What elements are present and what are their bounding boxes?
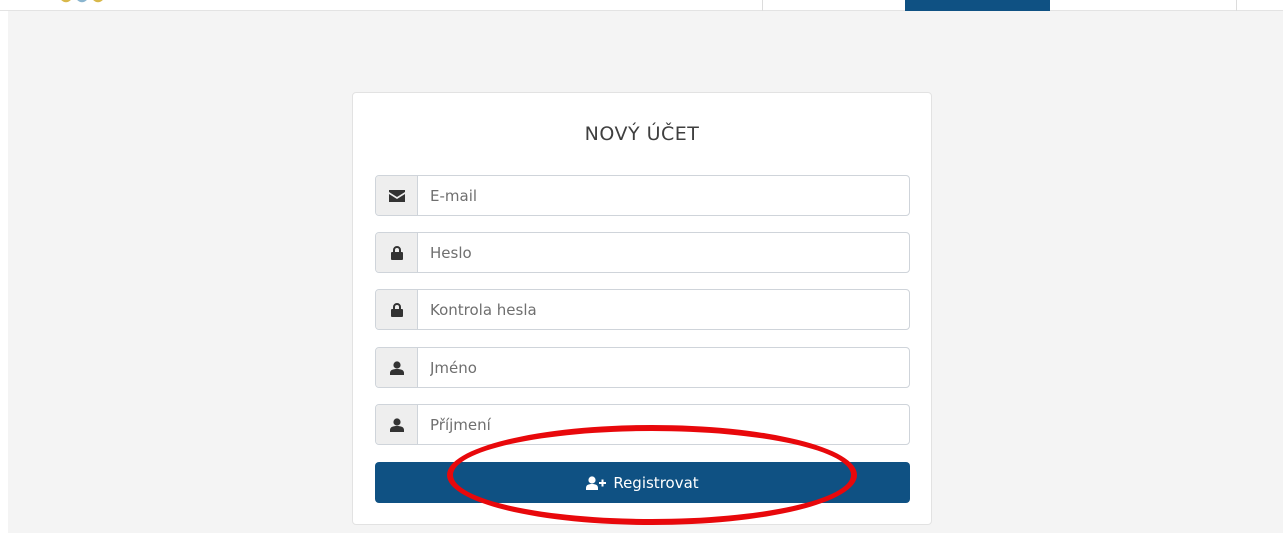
last-name-input-group — [375, 404, 910, 445]
email-input-group — [375, 175, 910, 216]
password-confirm-input[interactable] — [418, 290, 909, 329]
register-button-label: Registrovat — [613, 473, 699, 492]
last-name-addon — [376, 405, 418, 444]
registration-card: NOVÝ ÚČET E-mail Jméno Příjmení Registro… — [352, 92, 932, 525]
top-navbar — [0, 0, 1283, 11]
user-icon — [389, 417, 404, 432]
user-plus-icon — [586, 475, 607, 490]
first-name-input[interactable] — [418, 348, 909, 387]
last-name-input[interactable] — [418, 405, 909, 444]
email-input[interactable] — [418, 176, 909, 215]
logo-icon — [61, 0, 103, 3]
password-input-group — [375, 232, 910, 273]
nav-item-active[interactable] — [905, 0, 1050, 11]
first-name-addon — [376, 348, 418, 387]
lock-icon — [390, 302, 403, 317]
envelope-icon — [388, 189, 405, 202]
password-confirm-addon — [376, 290, 418, 329]
register-button[interactable]: Registrovat — [375, 462, 910, 503]
user-icon — [389, 360, 404, 375]
email-addon — [376, 176, 418, 215]
nav-divider — [762, 0, 763, 11]
card-title: NOVÝ ÚČET — [584, 123, 700, 145]
password-confirm-input-group — [375, 289, 910, 330]
first-name-input-group — [375, 347, 910, 388]
password-addon — [376, 233, 418, 272]
password-input[interactable] — [418, 233, 909, 272]
lock-icon — [390, 245, 403, 260]
nav-divider — [1236, 0, 1237, 11]
